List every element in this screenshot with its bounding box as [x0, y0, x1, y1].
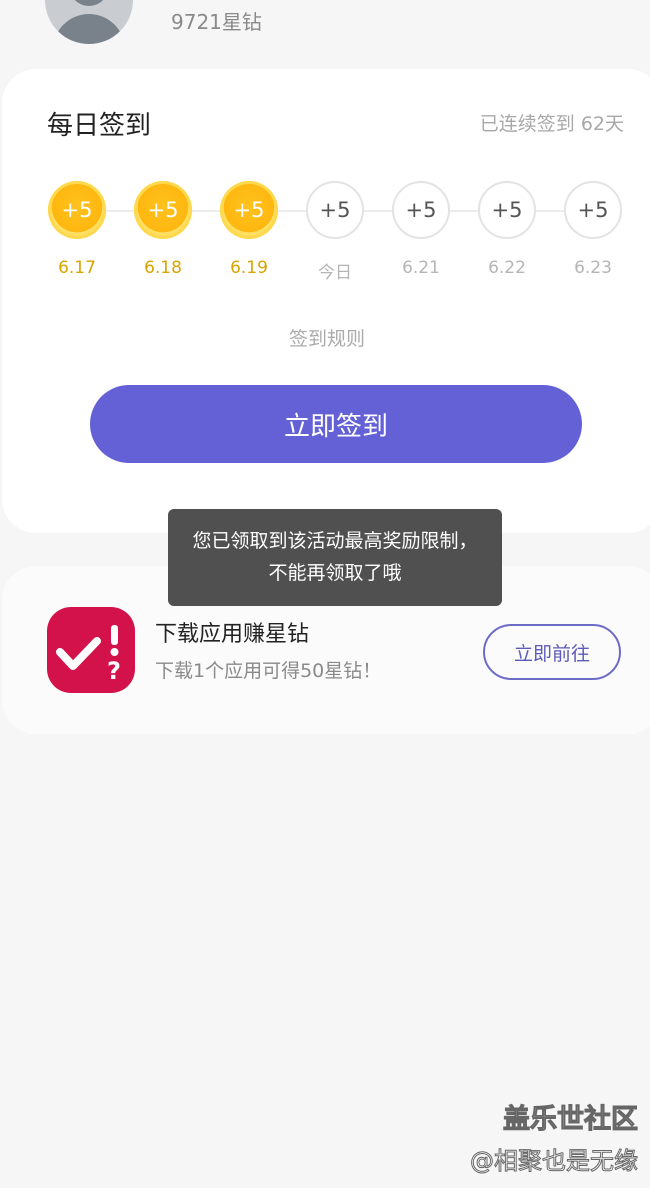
task-subtitle: 下载1个应用可得50星钻！: [155, 660, 382, 682]
svg-text:?: ?: [107, 657, 121, 685]
points-balance: 9721星钻: [171, 10, 262, 34]
coin-icon: +5: [134, 181, 192, 239]
day-label: 6.17: [58, 258, 96, 278]
day-label: 6.22: [488, 258, 526, 278]
checkin-day: +5 6.19: [209, 181, 289, 278]
checkin-day: +5 6.17: [37, 181, 117, 278]
checkin-button[interactable]: 立即签到: [90, 385, 582, 463]
coin-icon: +5: [478, 181, 536, 239]
watermark-community: 盖乐世社区: [503, 1104, 639, 1136]
day-label: 6.21: [402, 258, 440, 278]
checkin-day: +5 6.18: [123, 181, 203, 278]
day-label: 6.19: [230, 258, 268, 278]
day-label: 6.18: [144, 258, 182, 278]
checkin-streak: 已连续签到 62天: [479, 113, 624, 135]
coin-icon: +5: [564, 181, 622, 239]
checkin-day: +5 6.22: [467, 181, 547, 278]
checkmark-question-icon: ?: [47, 607, 135, 693]
day-label: 6.23: [574, 258, 612, 278]
toast-message: 您已领取到该活动最高奖励限制，不能再领取了哦: [168, 509, 502, 606]
avatar-body: [53, 14, 125, 44]
daily-checkin-card: 每日签到 已连续签到 62天 +5 6.17 +5 6.18 +5 6.19 +…: [2, 69, 650, 533]
avatar-head: [69, 0, 109, 6]
go-now-button[interactable]: 立即前往: [483, 624, 621, 680]
coin-icon: +5: [220, 181, 278, 239]
checkin-day: +5 今日: [295, 181, 375, 283]
coin-icon: +5: [306, 181, 364, 239]
avatar[interactable]: [45, 0, 133, 44]
checkin-title: 每日签到: [47, 111, 152, 141]
checkin-day: +5 6.23: [553, 181, 633, 278]
coin-icon: +5: [392, 181, 450, 239]
checkin-day: +5 6.21: [381, 181, 461, 278]
coin-icon: +5: [48, 181, 106, 239]
day-label: 今日: [318, 263, 352, 283]
task-title: 下载应用赚星钻: [155, 622, 310, 647]
checkin-rules-link[interactable]: 签到规则: [2, 324, 650, 351]
watermark-author: @相聚也是无缘: [470, 1147, 639, 1176]
